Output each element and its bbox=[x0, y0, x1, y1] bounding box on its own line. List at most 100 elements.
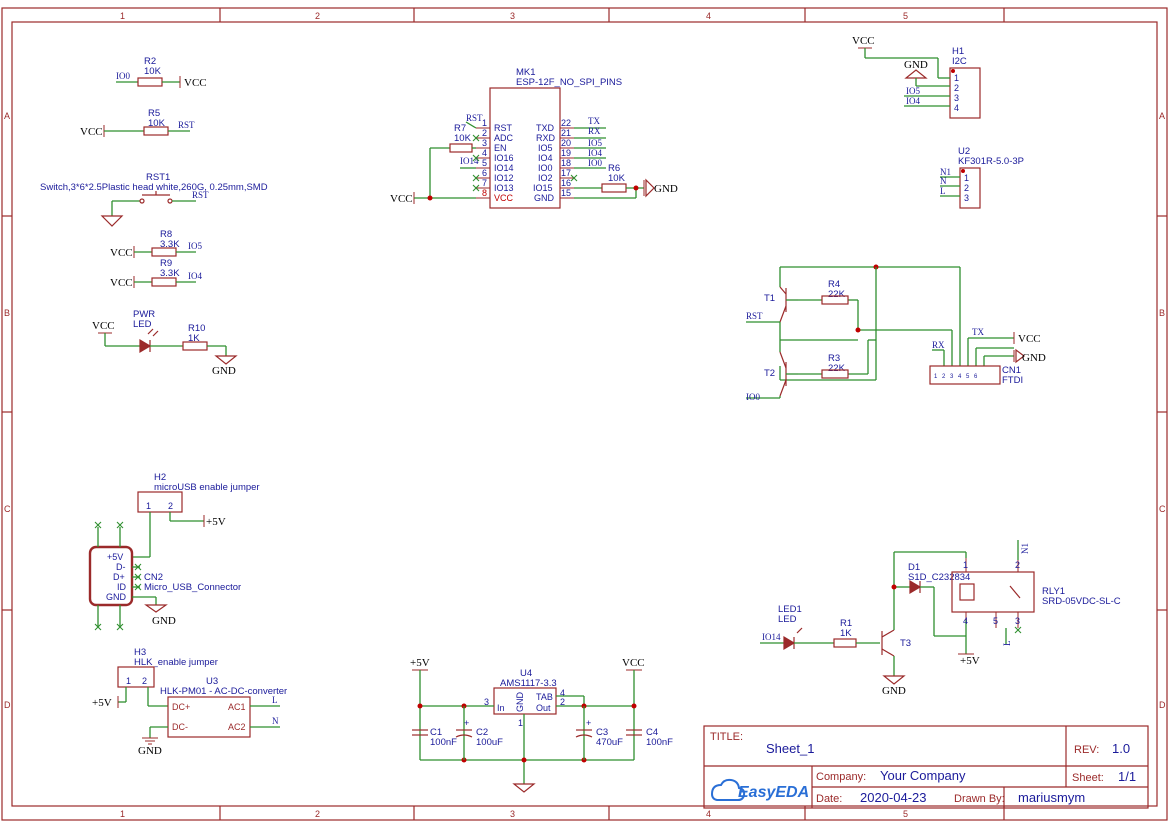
svg-text:GND: GND bbox=[152, 615, 176, 627]
svg-text:VCC: VCC bbox=[852, 35, 875, 47]
svg-text:N: N bbox=[272, 716, 279, 726]
title-block: TITLE: Sheet_1 REV: 1.0 Company: Your Co… bbox=[703, 725, 1149, 809]
mk1-right-pins: TXD RXD IO5 IO4 IO0 IO2 IO15 GND 22 21 2… bbox=[533, 118, 574, 203]
svg-text:DC+: DC+ bbox=[172, 702, 190, 712]
svg-text:GND: GND bbox=[515, 692, 525, 713]
col-label: 1 bbox=[120, 809, 125, 819]
drawn-value: mariusmym bbox=[1018, 790, 1085, 805]
svg-text:1: 1 bbox=[146, 501, 151, 511]
resistor-r4[interactable]: R4 22K bbox=[821, 279, 849, 305]
svg-text:100nF: 100nF bbox=[430, 737, 457, 748]
svg-text:IO4: IO4 bbox=[538, 153, 553, 163]
resistor-r8[interactable]: R8 3.3K VCC IO5 bbox=[110, 229, 202, 259]
svg-text:3.3K: 3.3K bbox=[160, 268, 180, 279]
row-label: C bbox=[1159, 504, 1166, 514]
svg-text:1: 1 bbox=[482, 118, 487, 128]
led-led1[interactable]: LED1 LED IO14 bbox=[760, 604, 834, 651]
svg-text:GND: GND bbox=[212, 365, 236, 377]
svg-text:+5V: +5V bbox=[206, 516, 226, 528]
svg-text:5: 5 bbox=[966, 374, 970, 380]
svg-text:1: 1 bbox=[126, 676, 131, 686]
svg-text:3: 3 bbox=[1015, 616, 1020, 626]
svg-text:TX: TX bbox=[972, 327, 984, 337]
svg-text:100uF: 100uF bbox=[476, 737, 503, 748]
capacitor-c3[interactable]: + C3 470uF bbox=[575, 718, 623, 748]
svg-text:N1: N1 bbox=[1020, 543, 1030, 554]
svg-text:RXD: RXD bbox=[536, 133, 556, 143]
svg-text:2: 2 bbox=[964, 183, 969, 193]
svg-text:IO5: IO5 bbox=[188, 241, 202, 251]
svg-text:4: 4 bbox=[958, 374, 962, 380]
easyeda-logo: EasyEDA bbox=[710, 778, 809, 801]
relay-rly1[interactable]: RLY1 SRD-05VDC-SL-C 1 2 3 4 5 N1 L bbox=[951, 540, 1121, 646]
terminal-u2[interactable]: U2 KF301R-5.0-3P 1 2 3 N1 N L bbox=[940, 146, 1024, 209]
svg-text:6: 6 bbox=[482, 168, 487, 178]
resistor-r5[interactable]: R5 10K VCC RST bbox=[80, 108, 195, 138]
svg-text:RST: RST bbox=[466, 113, 483, 123]
connector-cn2-microusb[interactable]: +5V D- D+ ID GND CN2 Micro_USB_Connector… bbox=[88, 521, 241, 631]
svg-text:DC-: DC- bbox=[172, 722, 188, 732]
resistor-r3[interactable]: R3 22K bbox=[821, 353, 849, 379]
col-label: 4 bbox=[706, 11, 711, 21]
rev-label: REV: bbox=[1074, 744, 1099, 756]
svg-text:IO0: IO0 bbox=[538, 163, 553, 173]
svg-text:IO4: IO4 bbox=[188, 271, 202, 281]
svg-text:VCC: VCC bbox=[110, 247, 133, 259]
capacitor-c4[interactable]: C4 100nF bbox=[626, 727, 673, 748]
title-label: TITLE: bbox=[710, 731, 743, 743]
svg-text:Micro_USB_Connector: Micro_USB_Connector bbox=[144, 582, 241, 593]
svg-text:AC2: AC2 bbox=[228, 722, 246, 732]
row-label: A bbox=[1159, 111, 1165, 121]
col-label: 5 bbox=[903, 809, 908, 819]
col-label: 2 bbox=[315, 11, 320, 21]
col-label: 3 bbox=[510, 11, 515, 21]
resistor-r2[interactable]: R2 10K IO0 VCC bbox=[116, 56, 207, 89]
resistor-r9[interactable]: R9 3.3K VCC IO4 bbox=[110, 258, 202, 289]
svg-text:T3: T3 bbox=[900, 638, 911, 649]
svg-text:+5V: +5V bbox=[92, 697, 112, 709]
svg-text:KF301R-5.0-3P: KF301R-5.0-3P bbox=[958, 156, 1024, 167]
header-h1-i2c[interactable]: H1 I2C 1 2 3 4 VCC GND IO5 IO4 bbox=[852, 35, 981, 119]
svg-text:4: 4 bbox=[963, 616, 968, 626]
svg-text:HLK_enable jumper: HLK_enable jumper bbox=[134, 657, 218, 668]
svg-text:RST: RST bbox=[178, 120, 195, 130]
module-u3-hlkpm01[interactable]: U3 HLK-PM01 - AC-DC-converter DC+ DC- AC… bbox=[138, 676, 287, 757]
row-label: B bbox=[1159, 308, 1165, 318]
svg-text:VCC: VCC bbox=[110, 277, 133, 289]
header-h2[interactable]: H2 microUSB enable jumper 1 2 +5V bbox=[132, 472, 260, 558]
svg-text:HLK-PM01 - AC-DC-converter: HLK-PM01 - AC-DC-converter bbox=[160, 686, 287, 697]
col-label: 3 bbox=[510, 809, 515, 819]
svg-text:2: 2 bbox=[1015, 560, 1020, 570]
svg-text:+5V: +5V bbox=[960, 655, 980, 667]
transistor-t3[interactable]: T3 GND bbox=[881, 587, 911, 697]
svg-text:In: In bbox=[497, 703, 505, 713]
svg-text:VCC: VCC bbox=[494, 193, 514, 203]
resistor-r1[interactable]: R1 1K bbox=[833, 618, 880, 648]
module-mk1-esp12f[interactable]: MK1 ESP-12F_NO_SPI_PINS RST ADC EN IO16 … bbox=[460, 67, 622, 209]
svg-text:GND: GND bbox=[138, 745, 162, 757]
header-h3[interactable]: H3 HLK_enable jumper 1 2 +5V bbox=[92, 647, 218, 709]
led-pwr[interactable]: PWR LED VCC bbox=[92, 309, 183, 354]
resistor-r10[interactable]: R10 1K GND bbox=[182, 323, 238, 377]
svg-text:1: 1 bbox=[964, 173, 969, 183]
svg-text:LED: LED bbox=[778, 614, 797, 625]
svg-text:ESP-12F_NO_SPI_PINS: ESP-12F_NO_SPI_PINS bbox=[516, 77, 622, 88]
svg-text:7: 7 bbox=[482, 178, 487, 188]
switch-rst1[interactable]: RST1 Switch,3*6*2.5Plastic head white,26… bbox=[40, 172, 268, 227]
schematic-sheet: 1 2 3 4 5 1 2 3 4 5 A B C D A B C D R2 1… bbox=[0, 0, 1169, 828]
svg-text:3: 3 bbox=[954, 93, 959, 103]
transistor-t2[interactable]: T2 IO0 bbox=[746, 351, 798, 402]
svg-text:IO12: IO12 bbox=[494, 173, 514, 183]
row-label: D bbox=[1159, 700, 1166, 710]
svg-text:D-: D- bbox=[116, 562, 126, 572]
svg-text:6: 6 bbox=[974, 374, 978, 380]
svg-text:8: 8 bbox=[482, 188, 487, 198]
svg-text:RST: RST bbox=[494, 123, 513, 133]
svg-text:1K: 1K bbox=[840, 628, 852, 639]
capacitor-c1[interactable]: C1 100nF bbox=[412, 727, 457, 748]
transistor-t1[interactable]: T1 RST bbox=[746, 286, 798, 323]
svg-text:AC1: AC1 bbox=[228, 702, 246, 712]
capacitor-c2[interactable]: + C2 100uF bbox=[455, 718, 503, 748]
svg-text:22K: 22K bbox=[828, 363, 846, 374]
svg-text:T2: T2 bbox=[764, 368, 775, 379]
